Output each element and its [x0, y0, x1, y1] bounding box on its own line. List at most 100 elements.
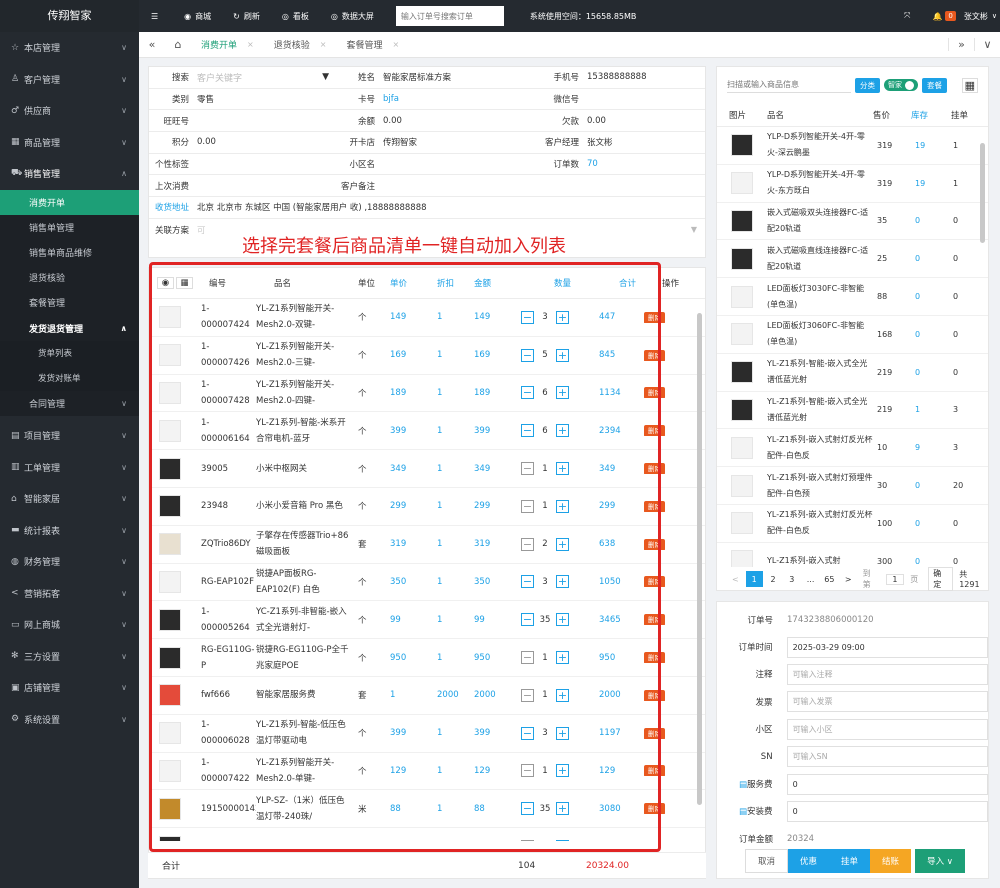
sidebar-subitem-sales-order[interactable]: 销售单管理 [0, 214, 139, 240]
item-discount[interactable]: 2000 [437, 690, 474, 700]
sidebar-item-4[interactable]: ⛟ 销售管理 ∧ [0, 158, 139, 190]
chevron-down-icon[interactable]: ∨ [992, 12, 997, 20]
delete-button[interactable]: 删除 [644, 425, 665, 437]
plus-icon[interactable]: + [556, 651, 569, 665]
category-button[interactable]: 分类 [855, 77, 880, 93]
minus-icon[interactable]: − [521, 310, 534, 324]
minus-icon[interactable]: − [521, 462, 534, 476]
product-search-input[interactable] [727, 77, 851, 93]
item-amount[interactable]: 189 [474, 388, 521, 398]
plus-icon[interactable]: + [556, 764, 569, 778]
chevron-down-icon[interactable]: ∨ [974, 38, 1000, 51]
quantity-input[interactable]: 5 [534, 350, 556, 360]
order-time-input[interactable]: 2025-03-29 09:00 [786, 636, 988, 658]
minus-icon[interactable]: − [521, 802, 534, 816]
quantity-input[interactable]: 3 [534, 312, 556, 322]
item-price[interactable]: 950 [390, 653, 437, 663]
minus-icon[interactable]: − [521, 764, 534, 778]
bell-icon[interactable]: 🔔 [932, 12, 942, 21]
item-amount[interactable]: 399 [474, 728, 521, 738]
sidebar-item-3[interactable]: ▦ 商品管理 ∨ [0, 127, 139, 159]
delete-button[interactable]: 删除 [644, 538, 665, 550]
prev-page-icon[interactable]: < [727, 571, 744, 587]
item-amount[interactable]: 169 [474, 350, 521, 360]
plus-icon[interactable]: + [556, 499, 569, 513]
quantity-input[interactable]: 1 [534, 464, 556, 474]
item-discount[interactable]: 1 [437, 388, 474, 398]
item-amount[interactable]: 350 [474, 577, 521, 587]
item-amount[interactable]: 129 [474, 766, 521, 776]
sidebar-subitem-package[interactable]: 套餐管理 [0, 290, 139, 316]
service-fee-input[interactable]: 0 [786, 773, 988, 795]
item-amount[interactable]: 2000 [474, 690, 521, 700]
sidebar-item-2[interactable]: ♂ 供应商 ∨ [0, 95, 139, 127]
product-row[interactable]: YL-Z1系列-嵌入式射灯预埋件配件-白色预 30 0 20 [717, 467, 988, 505]
goto-input[interactable]: 1 [885, 573, 905, 585]
sidebar-item-lower-5[interactable]: < 营销拓客 ∨ [0, 578, 139, 610]
item-price[interactable]: 350 [390, 577, 437, 587]
plus-icon[interactable]: + [556, 688, 569, 702]
hang-order-button[interactable]: 挂单 [829, 849, 871, 873]
item-discount[interactable]: 1 [437, 615, 474, 625]
tab-return-check[interactable]: 退货核验 × [264, 32, 337, 58]
plus-icon[interactable]: + [556, 575, 569, 589]
sidebar-item-lower-6[interactable]: ▭ 网上商城 ∨ [0, 609, 139, 641]
quantity-input[interactable]: 6 [534, 388, 556, 398]
sidebar-item-lower-2[interactable]: ⌂ 智能家居 ∨ [0, 483, 139, 515]
community-input[interactable]: 可输入小区 [786, 718, 988, 740]
sidebar-subitem-shipping-list[interactable]: 货单列表 [0, 340, 139, 366]
minus-icon[interactable]: − [521, 348, 534, 362]
sidebar-item-1[interactable]: ♙ 客户管理 ∨ [0, 64, 139, 96]
card-value[interactable]: bjfa [379, 94, 519, 104]
quantity-input[interactable]: 1 [534, 501, 556, 511]
plus-icon[interactable]: + [556, 424, 569, 438]
delete-button[interactable]: 删除 [644, 349, 665, 361]
product-row[interactable]: YL-Z1系列-智能-嵌入式全光谱低蓝光射 219 1 3 [717, 392, 988, 430]
item-amount[interactable]: 299 [474, 501, 521, 511]
sidebar-item-lower-8[interactable]: ▣ 店铺管理 ∨ [0, 672, 139, 704]
item-discount[interactable]: 1 [437, 728, 474, 738]
sidebar-item-lower-0[interactable]: ▤ 项目管理 ∨ [0, 420, 139, 452]
item-price[interactable]: 1 [390, 690, 437, 700]
item-price[interactable]: 99 [390, 615, 437, 625]
bigscreen-button[interactable]: ◎ 数据大屏 [331, 11, 374, 22]
next-page-icon[interactable]: > [840, 571, 857, 587]
sidebar-subitem-shipping[interactable]: 发货退货管理 ∧ [0, 315, 139, 341]
product-row[interactable]: YL-Z1系列-嵌入式射灯反光杯配件-白色反 10 9 3 [717, 429, 988, 468]
quantity-input[interactable]: 2 [534, 539, 556, 549]
item-price[interactable]: 319 [390, 539, 437, 549]
plus-icon[interactable]: + [556, 462, 569, 476]
close-icon[interactable]: × [392, 40, 399, 49]
item-price[interactable]: 299 [390, 501, 437, 511]
item-amount[interactable]: 149 [474, 312, 521, 322]
plus-icon[interactable]: + [556, 802, 569, 816]
dashboard-button[interactable]: ◎ 看板 [282, 11, 309, 22]
minus-icon[interactable]: − [521, 651, 534, 665]
quantity-input[interactable]: 1 [534, 653, 556, 663]
calculator-icon[interactable]: ▤ [739, 780, 747, 790]
columns-icon[interactable]: ▦ [176, 277, 193, 289]
plus-icon[interactable]: + [556, 348, 569, 362]
customer-search-input[interactable]: 客户关键字 [197, 71, 242, 84]
plus-icon[interactable]: + [556, 840, 569, 841]
menu-toggle-button[interactable]: ☰ [151, 12, 162, 21]
minus-icon[interactable]: − [521, 726, 534, 740]
orders-value[interactable]: 70 [583, 159, 598, 169]
install-fee-input[interactable]: 0 [786, 800, 988, 822]
plus-icon[interactable]: + [556, 386, 569, 400]
sidebar-item-lower-7[interactable]: ✻ 三方设置 ∨ [0, 641, 139, 673]
item-price[interactable]: 129 [390, 766, 437, 776]
minus-icon[interactable]: − [521, 499, 534, 513]
item-price[interactable]: 88 [390, 804, 437, 814]
item-discount[interactable]: 1 [437, 577, 474, 587]
cancel-button[interactable]: 取消 [745, 849, 789, 873]
item-price[interactable]: 399 [390, 728, 437, 738]
item-discount[interactable]: 1 [437, 501, 474, 511]
minus-icon[interactable]: − [521, 840, 534, 841]
invoice-input[interactable]: 可输入发票 [786, 691, 988, 713]
quantity-input[interactable]: 35 [534, 804, 556, 814]
minus-icon[interactable]: − [521, 575, 534, 589]
delete-button[interactable]: 删除 [644, 765, 665, 777]
quantity-input[interactable]: 35 [534, 615, 556, 625]
sidebar-item-lower-4[interactable]: ◍ 财务管理 ∨ [0, 546, 139, 578]
